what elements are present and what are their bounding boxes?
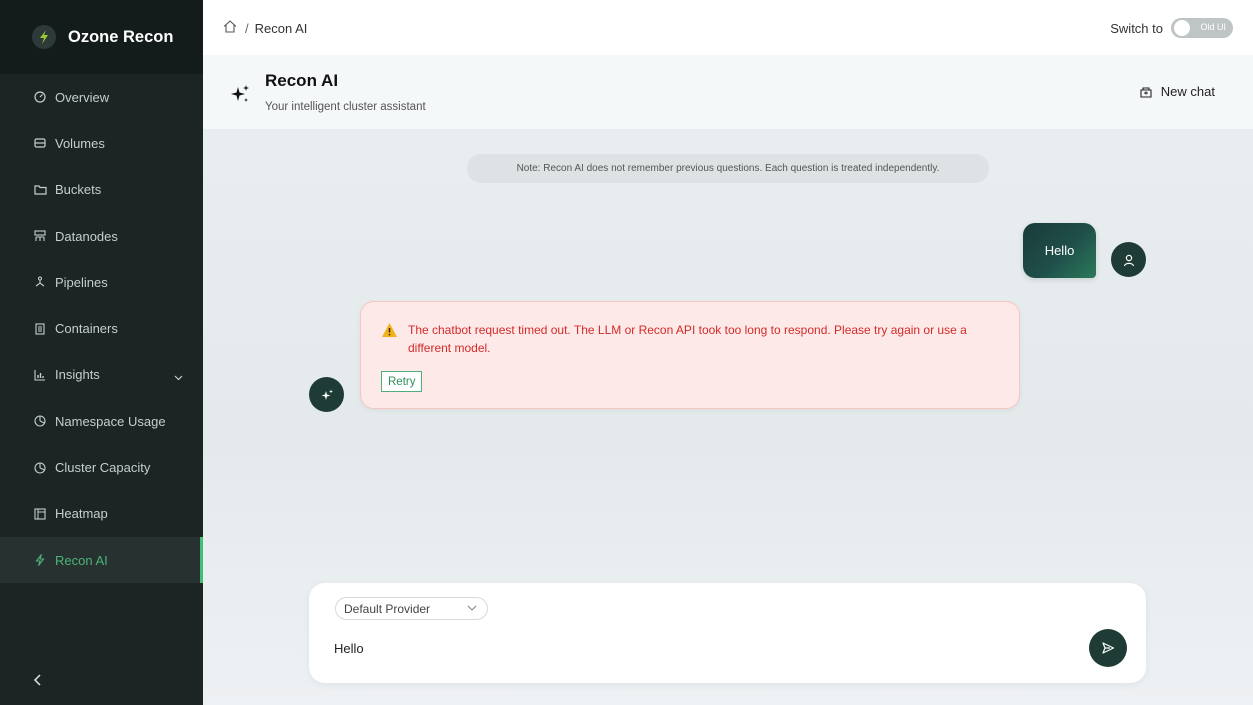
heatmap-icon	[33, 507, 47, 521]
page-title: Recon AI	[265, 71, 339, 90]
sidebar-item-insights[interactable]: Insights	[0, 352, 203, 398]
dashboard-icon	[33, 90, 47, 104]
sidebar-item-label: Volumes	[55, 135, 105, 151]
page-header: Recon AI Your intelligent cluster assist…	[203, 55, 1253, 129]
chat-composer: Default Provider Hello	[309, 583, 1146, 683]
main-content: Recon AI Your intelligent cluster assist…	[203, 55, 1253, 705]
send-button[interactable]	[1089, 629, 1127, 667]
toggle-knob	[1174, 20, 1190, 36]
message-input[interactable]: Hello	[334, 641, 364, 656]
retry-button[interactable]: Retry	[381, 371, 423, 392]
sidebar-item-label: Recon AI	[55, 552, 108, 568]
pie-icon	[33, 461, 47, 475]
top-bar: / Recon AI Switch to Old UI	[203, 0, 1253, 55]
warning-icon	[381, 322, 397, 338]
sidebar-item-pipelines[interactable]: Pipelines	[0, 259, 203, 305]
cluster-icon	[33, 229, 47, 243]
sidebar-nav: Overview Volumes Buckets Datanodes Pipel…	[0, 74, 203, 584]
page-subtitle: Your intelligent cluster assistant	[265, 101, 426, 113]
sidebar: Ozone Recon Overview Volumes Buckets Dat…	[0, 0, 203, 705]
user-icon	[1123, 254, 1134, 266]
provider-value: Default Provider	[344, 601, 431, 616]
app-name: Ozone Recon	[68, 28, 174, 46]
sparkles-icon	[229, 83, 251, 105]
switch-label: Switch to	[1110, 20, 1163, 36]
chevron-down-icon	[467, 605, 477, 611]
user-message: Hello	[1023, 223, 1096, 278]
toggle-label: Old UI	[1200, 22, 1226, 32]
pipeline-icon	[33, 275, 47, 289]
brand: Ozone Recon	[0, 0, 203, 74]
sidebar-item-recon-ai[interactable]: Recon AI	[0, 536, 203, 584]
breadcrumb: / Recon AI	[223, 20, 307, 36]
ozone-logo-icon	[32, 25, 56, 49]
collapse-sidebar-button[interactable]	[30, 672, 46, 688]
breadcrumb-separator: /	[245, 20, 249, 36]
new-chat-button[interactable]: New chat	[1139, 84, 1215, 99]
old-ui-toggle[interactable]: Old UI	[1171, 18, 1233, 38]
sidebar-item-label: Insights	[55, 367, 100, 383]
home-icon[interactable]	[223, 20, 237, 36]
sidebar-item-label: Containers	[55, 321, 118, 337]
user-avatar	[1111, 242, 1146, 277]
chevron-down-icon	[174, 369, 183, 384]
sidebar-item-label: Buckets	[55, 182, 102, 198]
sidebar-item-label: Overview	[55, 89, 110, 105]
provider-select[interactable]: Default Provider	[335, 597, 488, 620]
sidebar-item-volumes[interactable]: Volumes	[0, 120, 203, 166]
sidebar-item-namespace-usage[interactable]: Namespace Usage	[0, 398, 203, 444]
sidebar-item-cluster-capacity[interactable]: Cluster Capacity	[0, 444, 203, 490]
new-chat-icon	[1140, 86, 1152, 98]
sidebar-item-overview[interactable]: Overview	[0, 74, 203, 120]
sidebar-item-label: Namespace Usage	[55, 413, 166, 429]
new-chat-label: New chat	[1160, 84, 1215, 99]
sidebar-item-label: Cluster Capacity	[55, 460, 151, 476]
breadcrumb-current: Recon AI	[254, 20, 308, 36]
assistant-avatar	[309, 377, 344, 412]
send-icon	[1102, 642, 1115, 654]
sidebar-item-buckets[interactable]: Buckets	[0, 167, 203, 213]
error-text: The chatbot request timed out. The LLM o…	[408, 323, 967, 355]
bolt-icon	[33, 553, 47, 567]
memory-note: Note: Recon AI does not remember previou…	[467, 154, 989, 183]
sidebar-item-datanodes[interactable]: Datanodes	[0, 213, 203, 259]
folder-icon	[33, 183, 47, 197]
ui-switch: Switch to Old UI	[1110, 18, 1233, 38]
pie-icon	[33, 414, 47, 428]
sidebar-item-label: Datanodes	[55, 228, 118, 244]
sidebar-item-label: Pipelines	[55, 274, 108, 290]
sparkles-icon	[321, 389, 333, 400]
volume-icon	[33, 136, 47, 150]
sidebar-item-containers[interactable]: Containers	[0, 305, 203, 351]
error-message-card: The chatbot request timed out. The LLM o…	[360, 301, 1020, 409]
sidebar-item-label: Heatmap	[55, 506, 108, 522]
chart-icon	[33, 368, 47, 382]
sidebar-item-heatmap[interactable]: Heatmap	[0, 491, 203, 537]
container-icon	[33, 322, 47, 336]
chevron-left-icon	[33, 674, 41, 686]
